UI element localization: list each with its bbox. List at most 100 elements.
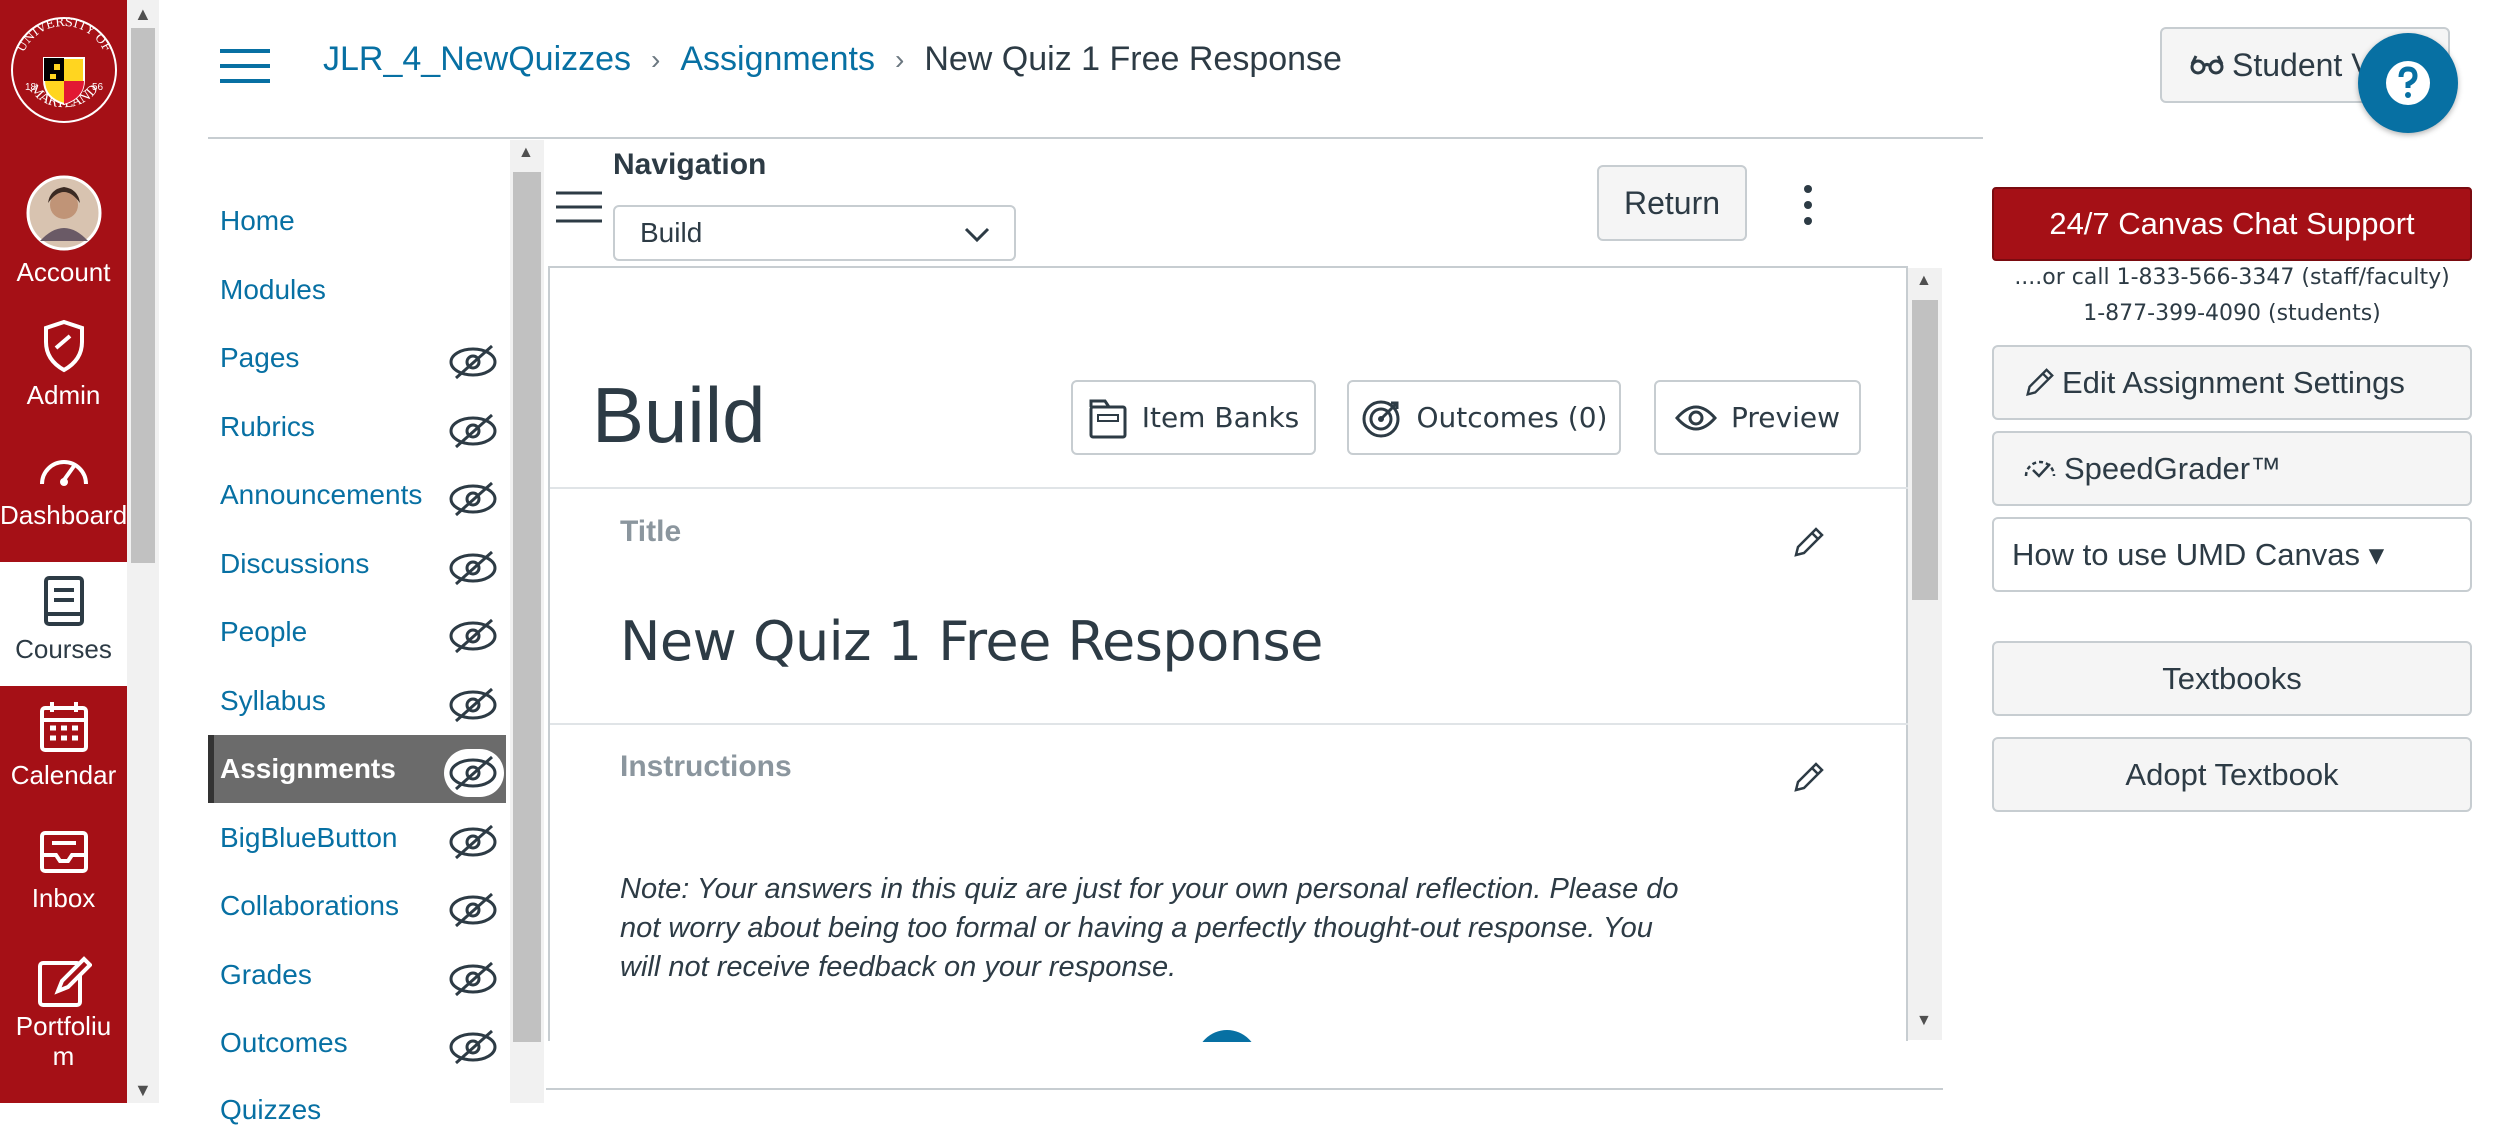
- add-item-button[interactable]: [1196, 1030, 1258, 1042]
- eye-slash-icon: [449, 687, 497, 723]
- hamburger-icon: [220, 49, 270, 83]
- item-banks-icon: [1089, 399, 1127, 438]
- course-nav-scroll-thumb[interactable]: [513, 172, 541, 1042]
- plus-circle-icon: [1196, 1030, 1258, 1042]
- breadcrumb-assignments[interactable]: Assignments: [680, 40, 875, 79]
- how-to-use-umd-canvas-button[interactable]: How to use UMD Canvas ▾: [1992, 517, 2472, 592]
- quiz-title-value: New Quiz 1 Free Response: [620, 610, 1323, 673]
- quiz-panel-scroll-thumb[interactable]: [1912, 300, 1938, 600]
- more-options-button[interactable]: [1795, 183, 1821, 227]
- instructions-text: Note: Your answers in this quiz are just…: [620, 873, 1679, 983]
- item-banks-button[interactable]: Item Banks: [1071, 380, 1316, 455]
- edit-instructions-button[interactable]: [1790, 760, 1826, 796]
- eye-slash-icon: [449, 824, 497, 860]
- course-nav-home[interactable]: Home: [220, 205, 295, 237]
- admin-icon: [43, 319, 84, 373]
- item-banks-label: Item Banks: [1141, 401, 1300, 434]
- eye-slash-icon: [449, 892, 497, 928]
- instructions-label: Instructions: [620, 750, 792, 783]
- preview-button[interactable]: Preview: [1654, 380, 1861, 455]
- question-icon: [2386, 61, 2430, 105]
- global-nav-portfolium[interactable]: Portfoliu m: [0, 955, 127, 1103]
- eye-slash-icon: [449, 413, 497, 449]
- help-button[interactable]: [2358, 33, 2458, 133]
- global-nav-account[interactable]: Account: [0, 175, 127, 299]
- scroll-down-arrow[interactable]: ▼: [1916, 1012, 1932, 1030]
- courses-label: Courses: [15, 634, 112, 664]
- chevron-right-icon: ›: [895, 43, 905, 75]
- title-label: Title: [620, 515, 682, 548]
- svg-text:18: 18: [25, 82, 37, 93]
- course-nav-assignments[interactable]: Assignments: [220, 753, 396, 785]
- call-students-text: 1-877-399-4090 (students): [2083, 301, 2381, 326]
- global-nav-admin[interactable]: Admin: [0, 318, 127, 442]
- global-nav-courses[interactable]: Courses: [0, 562, 127, 686]
- portfolium-label: Portfoliu m: [15, 1011, 112, 1071]
- edit-title-button[interactable]: [1790, 525, 1826, 561]
- chevron-down-icon: [964, 227, 990, 243]
- eye-icon: [1675, 405, 1717, 430]
- title-card: [550, 487, 1908, 723]
- course-nav-syllabus[interactable]: Syllabus: [220, 685, 326, 717]
- breadcrumb: JLR_4_NewQuizzes › Assignments › New Qui…: [323, 40, 1342, 79]
- pencil-icon: [1794, 762, 1824, 792]
- outcomes-label: Outcomes (0): [1416, 401, 1608, 434]
- pencil-icon: [1794, 527, 1824, 557]
- global-nav-dashboard[interactable]: Dashboard: [0, 448, 127, 572]
- umd-logo[interactable]: UNIVERSITY OF MARYLAND 18 56: [6, 8, 122, 128]
- scroll-down-arrow[interactable]: ▼: [134, 1080, 152, 1101]
- hamburger-icon: [556, 191, 602, 223]
- inbox-icon: [39, 831, 88, 873]
- eye-slash-icon: [449, 550, 497, 586]
- edit-assignment-settings-label: Edit Assignment Settings: [2062, 364, 2405, 400]
- global-nav-inbox[interactable]: Inbox: [0, 825, 127, 949]
- scroll-up-arrow[interactable]: ▲: [1916, 272, 1932, 290]
- course-nav-outcomes[interactable]: Outcomes: [220, 1027, 348, 1059]
- course-nav-announcements[interactable]: Announcements: [220, 479, 422, 511]
- outcomes-icon: [1362, 400, 1400, 437]
- adopt-textbook-button[interactable]: Adopt Textbook: [1992, 737, 2472, 812]
- call-staff-text: ....or call 1-833-566-3347 (staff/facult…: [2014, 265, 2450, 290]
- edit-assignment-settings-button[interactable]: Edit Assignment Settings: [1992, 345, 2472, 420]
- build-title: Build: [592, 371, 766, 459]
- eye-slash-icon: [449, 344, 497, 380]
- header-divider: [208, 137, 1983, 139]
- navigation-select-value: Build: [640, 217, 703, 248]
- course-nav-discussions[interactable]: Discussions: [220, 548, 369, 580]
- navigation-label: Navigation: [613, 148, 767, 181]
- portfolium-icon: [37, 956, 92, 1007]
- return-button[interactable]: Return: [1597, 165, 1747, 241]
- speedgrader-label: SpeedGrader™: [2064, 450, 2282, 486]
- breadcrumb-course[interactable]: JLR_4_NewQuizzes: [323, 40, 631, 79]
- calendar-icon: [39, 702, 88, 752]
- admin-label: Admin: [26, 380, 101, 410]
- global-nav-scroll-thumb[interactable]: [131, 28, 155, 563]
- course-nav-people[interactable]: People: [220, 616, 307, 648]
- textbooks-button[interactable]: Textbooks: [1992, 641, 2472, 716]
- scroll-up-arrow[interactable]: ▲: [518, 144, 534, 162]
- quiz-nav-menu-button[interactable]: [556, 190, 602, 224]
- course-nav-grades[interactable]: Grades: [220, 959, 312, 991]
- pencil-icon: [2026, 367, 2054, 396]
- course-nav-quizzes[interactable]: Quizzes: [220, 1094, 321, 1126]
- speedgrader-button[interactable]: SpeedGrader™: [1992, 431, 2472, 506]
- global-nav-calendar[interactable]: Calendar: [0, 700, 127, 824]
- course-nav-pages[interactable]: Pages: [220, 342, 299, 374]
- eye-slash-icon: [449, 481, 497, 517]
- eye-slash-icon: [449, 961, 497, 997]
- course-nav-modules[interactable]: Modules: [220, 274, 326, 306]
- avatar: [26, 175, 101, 251]
- course-nav-bigbluebutton[interactable]: BigBlueButton: [220, 822, 397, 854]
- calendar-label: Calendar: [10, 760, 117, 790]
- preview-label: Preview: [1731, 401, 1840, 434]
- course-nav-rubrics[interactable]: Rubrics: [220, 411, 315, 443]
- scroll-up-arrow[interactable]: ▲: [134, 4, 152, 25]
- svg-text:UNIVERSITY OF: UNIVERSITY OF: [14, 15, 115, 54]
- quiz-panel-bottom-border: [546, 1088, 1943, 1090]
- navigation-select[interactable]: Build: [613, 205, 1016, 261]
- chat-support-button[interactable]: 24/7 Canvas Chat Support: [1992, 187, 2472, 261]
- outcomes-button[interactable]: Outcomes (0): [1347, 380, 1621, 455]
- course-menu-toggle[interactable]: [220, 48, 270, 84]
- speedgrader-icon: [2024, 460, 2056, 478]
- course-nav-collaborations[interactable]: Collaborations: [220, 890, 399, 922]
